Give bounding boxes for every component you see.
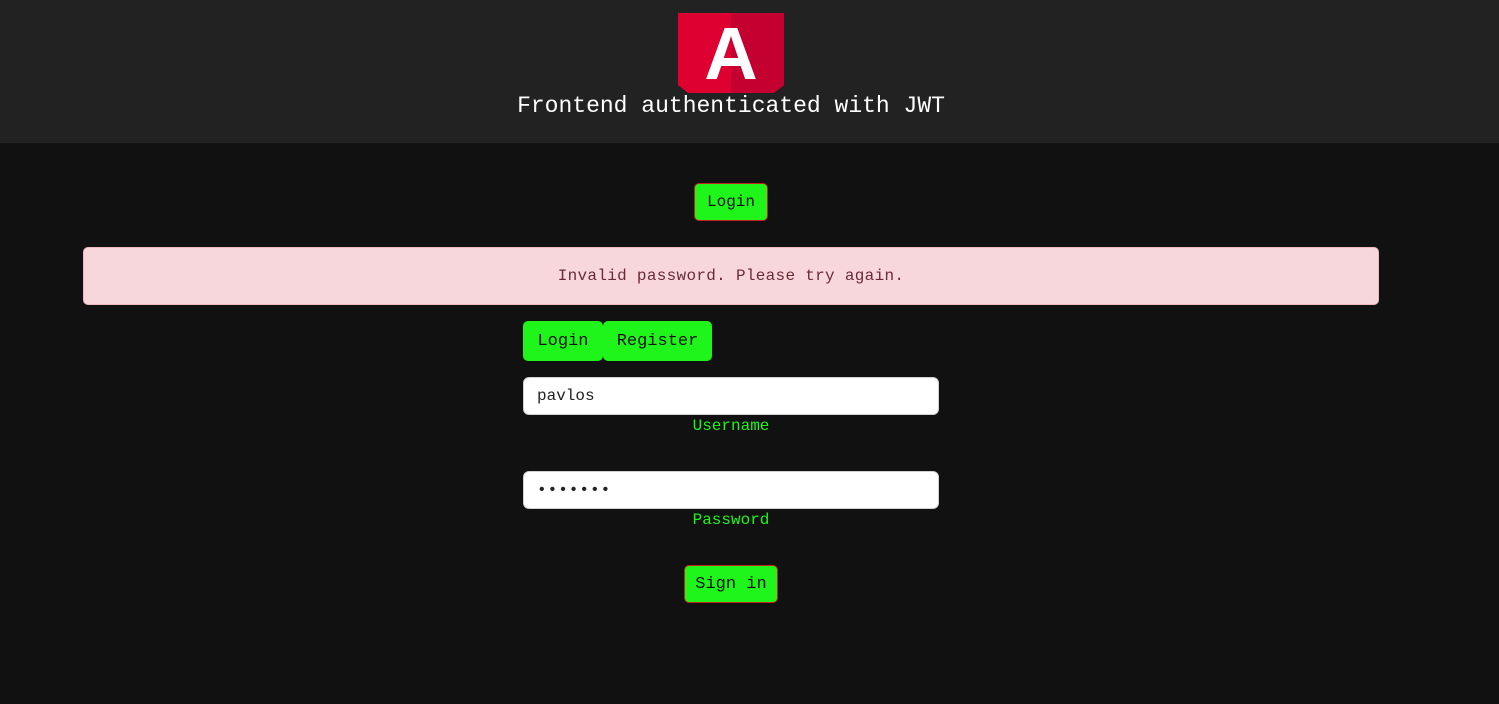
username-label: Username [692, 417, 770, 435]
tab-register[interactable]: Register [603, 321, 712, 361]
nav-login-button[interactable]: Login [694, 183, 768, 221]
logo-letter: A [704, 13, 757, 93]
page-title: Frontend authenticated with JWT [517, 93, 945, 119]
password-label: Password [692, 511, 770, 529]
password-input[interactable] [523, 471, 939, 509]
error-message: Invalid password. Please try again. [557, 267, 905, 285]
tab-login[interactable]: Login [523, 321, 603, 361]
angular-logo: A [678, 13, 784, 93]
error-alert: Invalid password. Please try again. [83, 247, 1379, 305]
sign-in-button[interactable]: Sign in [684, 565, 778, 603]
app-header: A Frontend authenticated with JWT [0, 0, 1499, 143]
username-input[interactable] [523, 377, 939, 415]
